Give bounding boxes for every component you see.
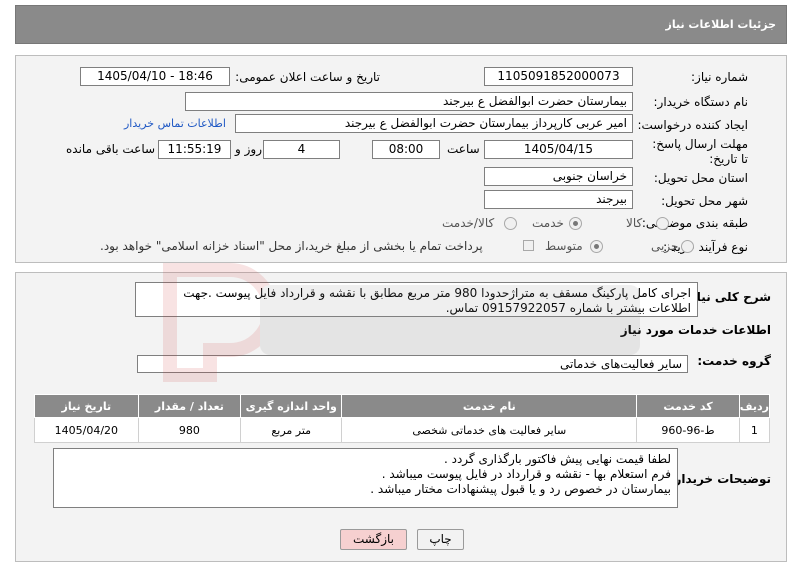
cell-code: ط-96-960: [636, 417, 740, 443]
buyer-notes-textarea[interactable]: لطفا قیمت نهایی پیش فاکتور بارگذاری گردد…: [53, 448, 678, 508]
services-section-title: اطلاعات خدمات مورد نیاز: [620, 323, 771, 337]
need-number-field: 1105091852000073: [484, 67, 633, 86]
cell-qty: 980: [137, 417, 242, 443]
category-goods-label: کالا: [626, 216, 643, 230]
request-creator-field: امیر عربی کارپرداز بیمارستان حضرت ابوالف…: [235, 114, 633, 133]
buyer-org-field: بیمارستان حضرت ابوالفضل ع بیرجند: [185, 92, 633, 111]
deadline-label: مهلت ارسال پاسخ: تا تاریخ:: [652, 137, 748, 166]
buyer-note-line: بیمارستان در خصوص رد و یا قبول پیشنهادات…: [370, 482, 671, 496]
category-goods-radio[interactable]: [656, 217, 669, 230]
announce-datetime-field: 1405/04/10 - 18:46: [80, 67, 230, 86]
cell-name: سایر فعالیت های خدماتی شخصی: [341, 417, 638, 443]
col-qty: تعداد / مقدار: [137, 394, 242, 418]
category-goods-service-label: کالا/خدمت: [442, 216, 495, 230]
purchase-medium-radio[interactable]: [590, 240, 603, 253]
buyer-contact-link[interactable]: اطلاعات تماس خریدار: [124, 117, 226, 130]
remaining-time-label: ساعت باقی مانده: [66, 142, 156, 156]
summary-textarea[interactable]: اجرای کامل پارکینگ مسقف به متراژحدودا 98…: [135, 282, 698, 317]
treasury-payment-note: پرداخت تمام یا بخشی از مبلغ خرید،از محل …: [100, 239, 483, 253]
services-table: ردیف کد خدمت نام خدمت واحد اندازه گیری ت…: [34, 394, 771, 443]
cell-row: 1: [738, 417, 771, 443]
days-remaining-field: 4: [263, 140, 340, 159]
purchase-minor-label: جزیی: [651, 239, 679, 253]
buyer-note-line: فرم استعلام بها - نقشه و قرارداد در فایل…: [381, 467, 671, 481]
col-unit: واحد اندازه گیری: [240, 394, 343, 418]
page-title: جزئیات اطلاعات نیاز: [665, 18, 777, 31]
deadline-time-field: 08:00: [372, 140, 440, 159]
print-button[interactable]: چاپ: [417, 529, 464, 550]
deadline-date-field: 1405/04/15: [484, 140, 633, 159]
buyer-org-label: نام دستگاه خریدار:: [653, 95, 749, 109]
need-number-label: شماره نیاز:: [691, 70, 748, 84]
page-header: جزئیات اطلاعات نیاز: [15, 5, 787, 44]
request-creator-label: ایجاد کننده درخواست:: [637, 118, 748, 132]
buyer-note-line: لطفا قیمت نهایی پیش فاکتور بارگذاری گردد…: [443, 452, 671, 466]
treasury-payment-checkbox[interactable]: [523, 240, 534, 251]
delivery-city-field: بیرجند: [484, 190, 633, 209]
deadline-time-label: ساعت: [447, 142, 480, 156]
back-button[interactable]: بازگشت: [340, 529, 407, 550]
cell-unit: متر مربع: [240, 417, 343, 443]
buyer-notes-label: توضیحات خریدار:: [669, 472, 771, 486]
col-date: تاریخ نیاز: [34, 394, 139, 418]
purchase-minor-radio[interactable]: [681, 240, 694, 253]
services-table-header: ردیف کد خدمت نام خدمت واحد اندازه گیری ت…: [34, 394, 771, 418]
announce-datetime-label: تاریخ و ساعت اعلان عمومی:: [235, 70, 380, 84]
col-name: نام خدمت: [341, 394, 638, 418]
remaining-time-field: 11:55:19: [158, 140, 231, 159]
days-label: روز و: [235, 142, 262, 156]
delivery-city-label: شهر محل تحویل:: [661, 194, 748, 208]
delivery-province-field: خراسان جنوبی: [484, 167, 633, 186]
col-code: کد خدمت: [636, 394, 740, 418]
service-group-field: سایر فعالیت‌های خدماتی: [137, 355, 688, 373]
service-group-label: گروه خدمت:: [697, 354, 771, 368]
category-goods-service-radio[interactable]: [504, 217, 517, 230]
category-service-radio[interactable]: [569, 217, 582, 230]
purchase-medium-label: متوسط: [545, 239, 583, 253]
col-row: ردیف: [738, 394, 771, 418]
delivery-province-label: استان محل تحویل:: [653, 171, 748, 185]
cell-date: 1405/04/20: [34, 417, 139, 443]
table-row: 1 ط-96-960 سایر فعالیت های خدماتی شخصی م…: [34, 417, 771, 443]
category-service-label: خدمت: [532, 216, 564, 230]
